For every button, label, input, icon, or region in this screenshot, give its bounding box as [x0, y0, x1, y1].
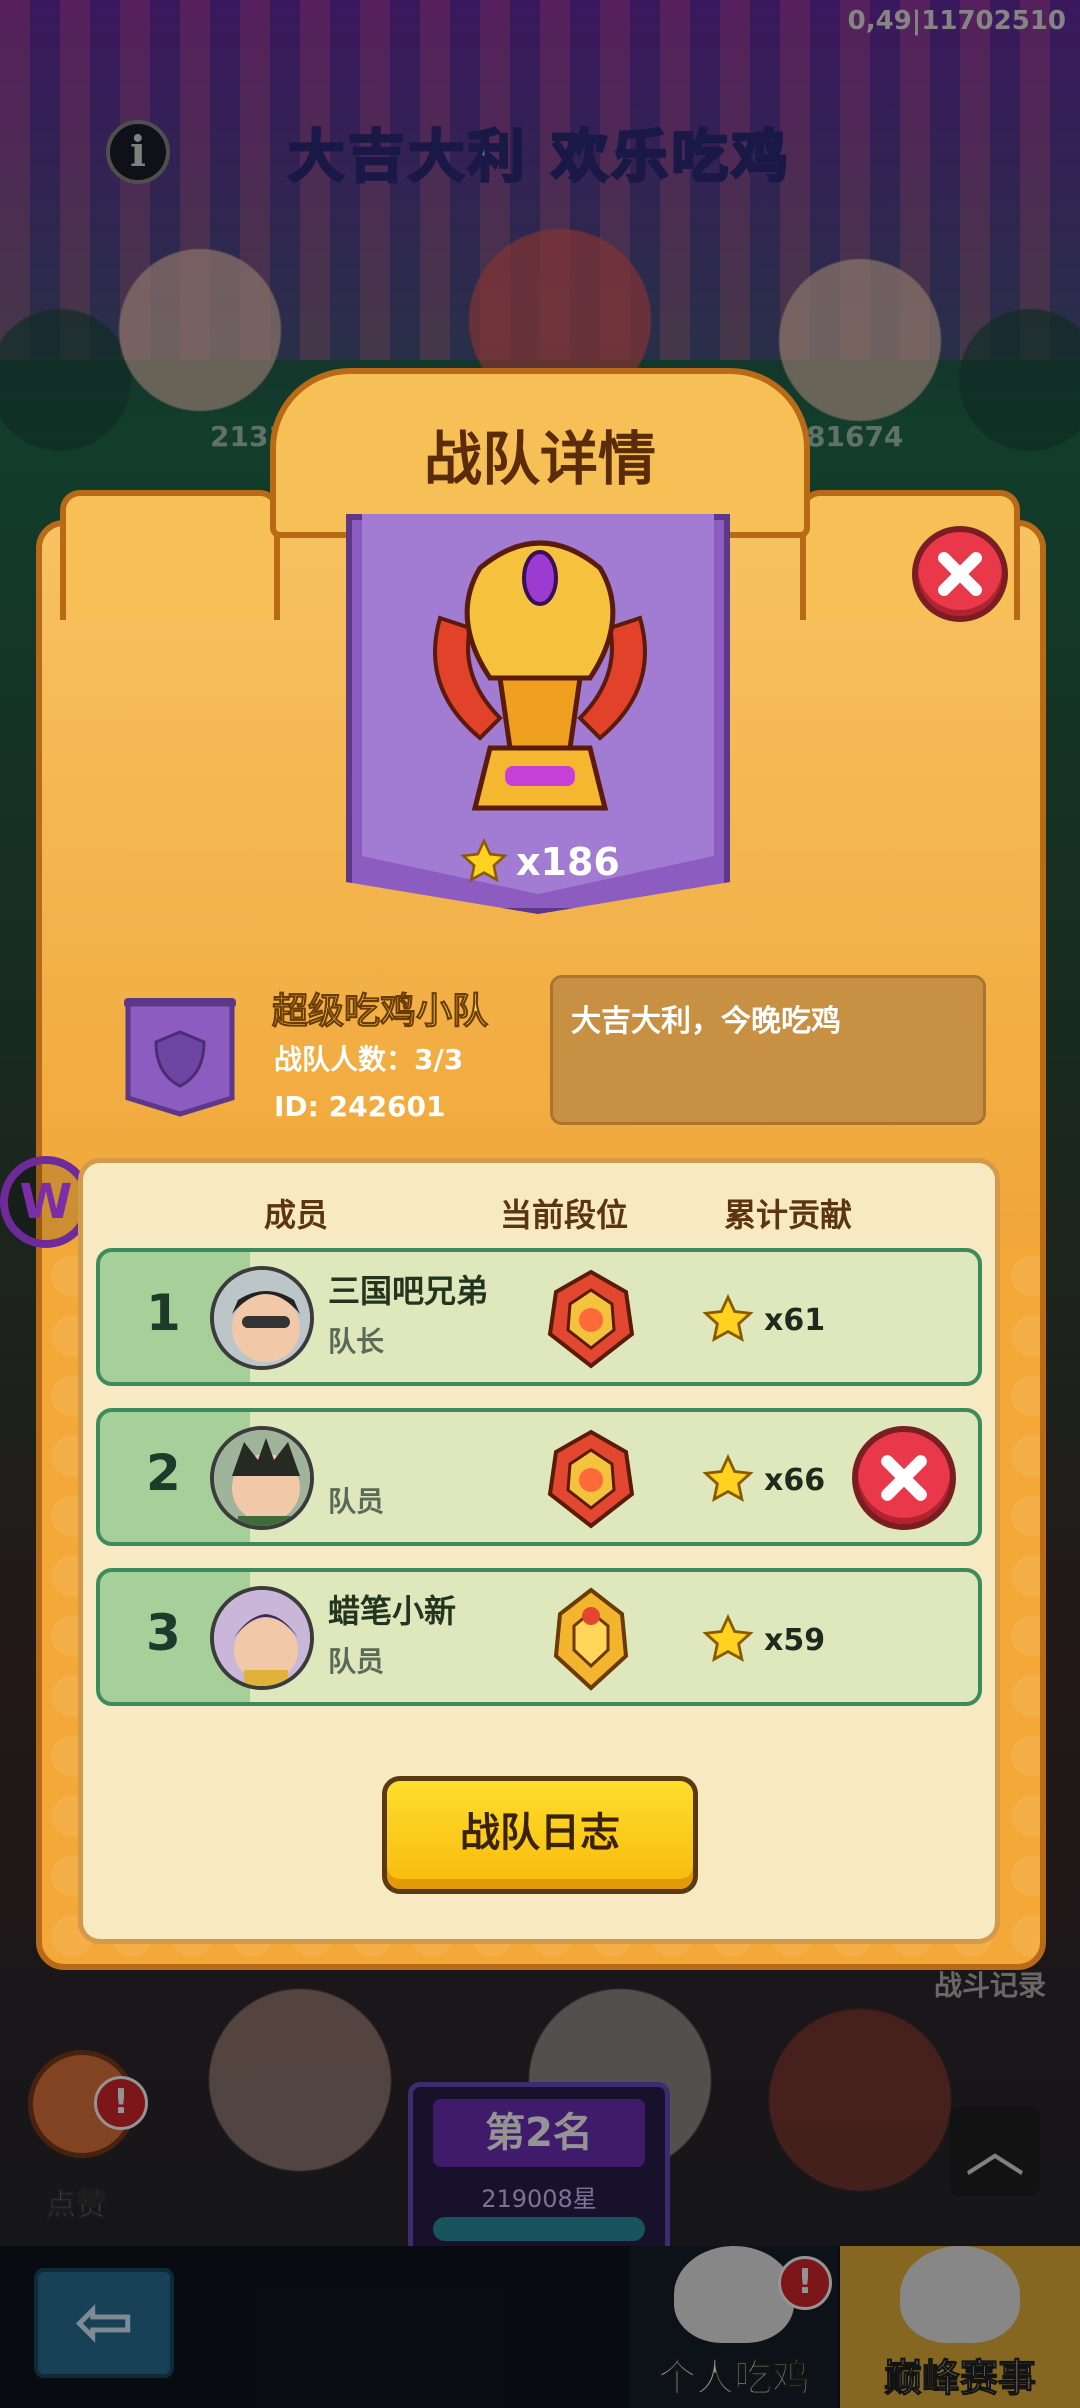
dragon-trophy-icon	[433, 540, 647, 811]
star-icon	[702, 1454, 754, 1503]
star-icon	[460, 838, 508, 883]
member-row[interactable]: 3 蜡笔小新 队员 x59	[96, 1568, 982, 1706]
team-log-button[interactable]: 战队日志	[382, 1776, 698, 1894]
member-row[interactable]: 2 队员 x66	[96, 1408, 982, 1546]
remove-member-button[interactable]	[852, 1426, 956, 1530]
contribution-value: x59	[764, 1622, 826, 1658]
close-icon	[938, 552, 982, 596]
column-header-member: 成员	[264, 1196, 329, 1234]
member-contribution: x61	[702, 1294, 825, 1346]
member-name: 蜡笔小新	[328, 1592, 457, 1630]
member-name: 三国吧兄弟	[328, 1272, 489, 1310]
roof-decoration-left	[60, 490, 280, 620]
modal-title: 战队详情	[423, 425, 656, 493]
member-avatar[interactable]	[210, 1586, 314, 1690]
member-role: 队员	[328, 1485, 385, 1518]
avatar-face-icon	[214, 1430, 310, 1526]
star-icon	[702, 1614, 754, 1663]
contribution-value: x66	[764, 1462, 826, 1498]
star-count-value: x186	[516, 840, 620, 884]
rank-badge-icon	[547, 1429, 635, 1529]
team-shield-flag-icon	[124, 998, 236, 1117]
member-rank-number: 3	[146, 1604, 181, 1662]
team-id: ID: 242601	[274, 1090, 446, 1123]
close-button[interactable]	[912, 526, 1008, 622]
star-icon	[702, 1294, 754, 1343]
rank-badge-icon	[547, 1269, 635, 1369]
rank-badge-icon	[553, 1587, 629, 1691]
member-contribution: x66	[702, 1454, 825, 1506]
team-member-count: 战队人数：3/3	[274, 1043, 464, 1076]
member-rank-number: 2	[146, 1444, 181, 1502]
team-star-count: x186	[460, 838, 620, 886]
member-rank-number: 1	[146, 1284, 181, 1342]
team-name: 超级吃鸡小队	[271, 991, 489, 1033]
member-role: 队员	[328, 1645, 385, 1678]
member-row[interactable]: 1 三国吧兄弟 队长 x61	[96, 1248, 982, 1386]
column-header-rank: 当前段位	[500, 1196, 629, 1234]
member-role: 队长	[328, 1325, 385, 1358]
avatar-face-icon	[214, 1590, 310, 1686]
avatar-face-icon	[214, 1270, 310, 1366]
member-contribution: x59	[702, 1614, 825, 1666]
column-header-contribution: 累计贡献	[724, 1196, 853, 1234]
team-slogan: 大吉大利，今晚吃鸡	[550, 975, 986, 1125]
member-avatar[interactable]	[210, 1426, 314, 1530]
member-avatar[interactable]	[210, 1266, 314, 1370]
close-icon	[881, 1455, 927, 1501]
contribution-value: x61	[764, 1302, 826, 1338]
